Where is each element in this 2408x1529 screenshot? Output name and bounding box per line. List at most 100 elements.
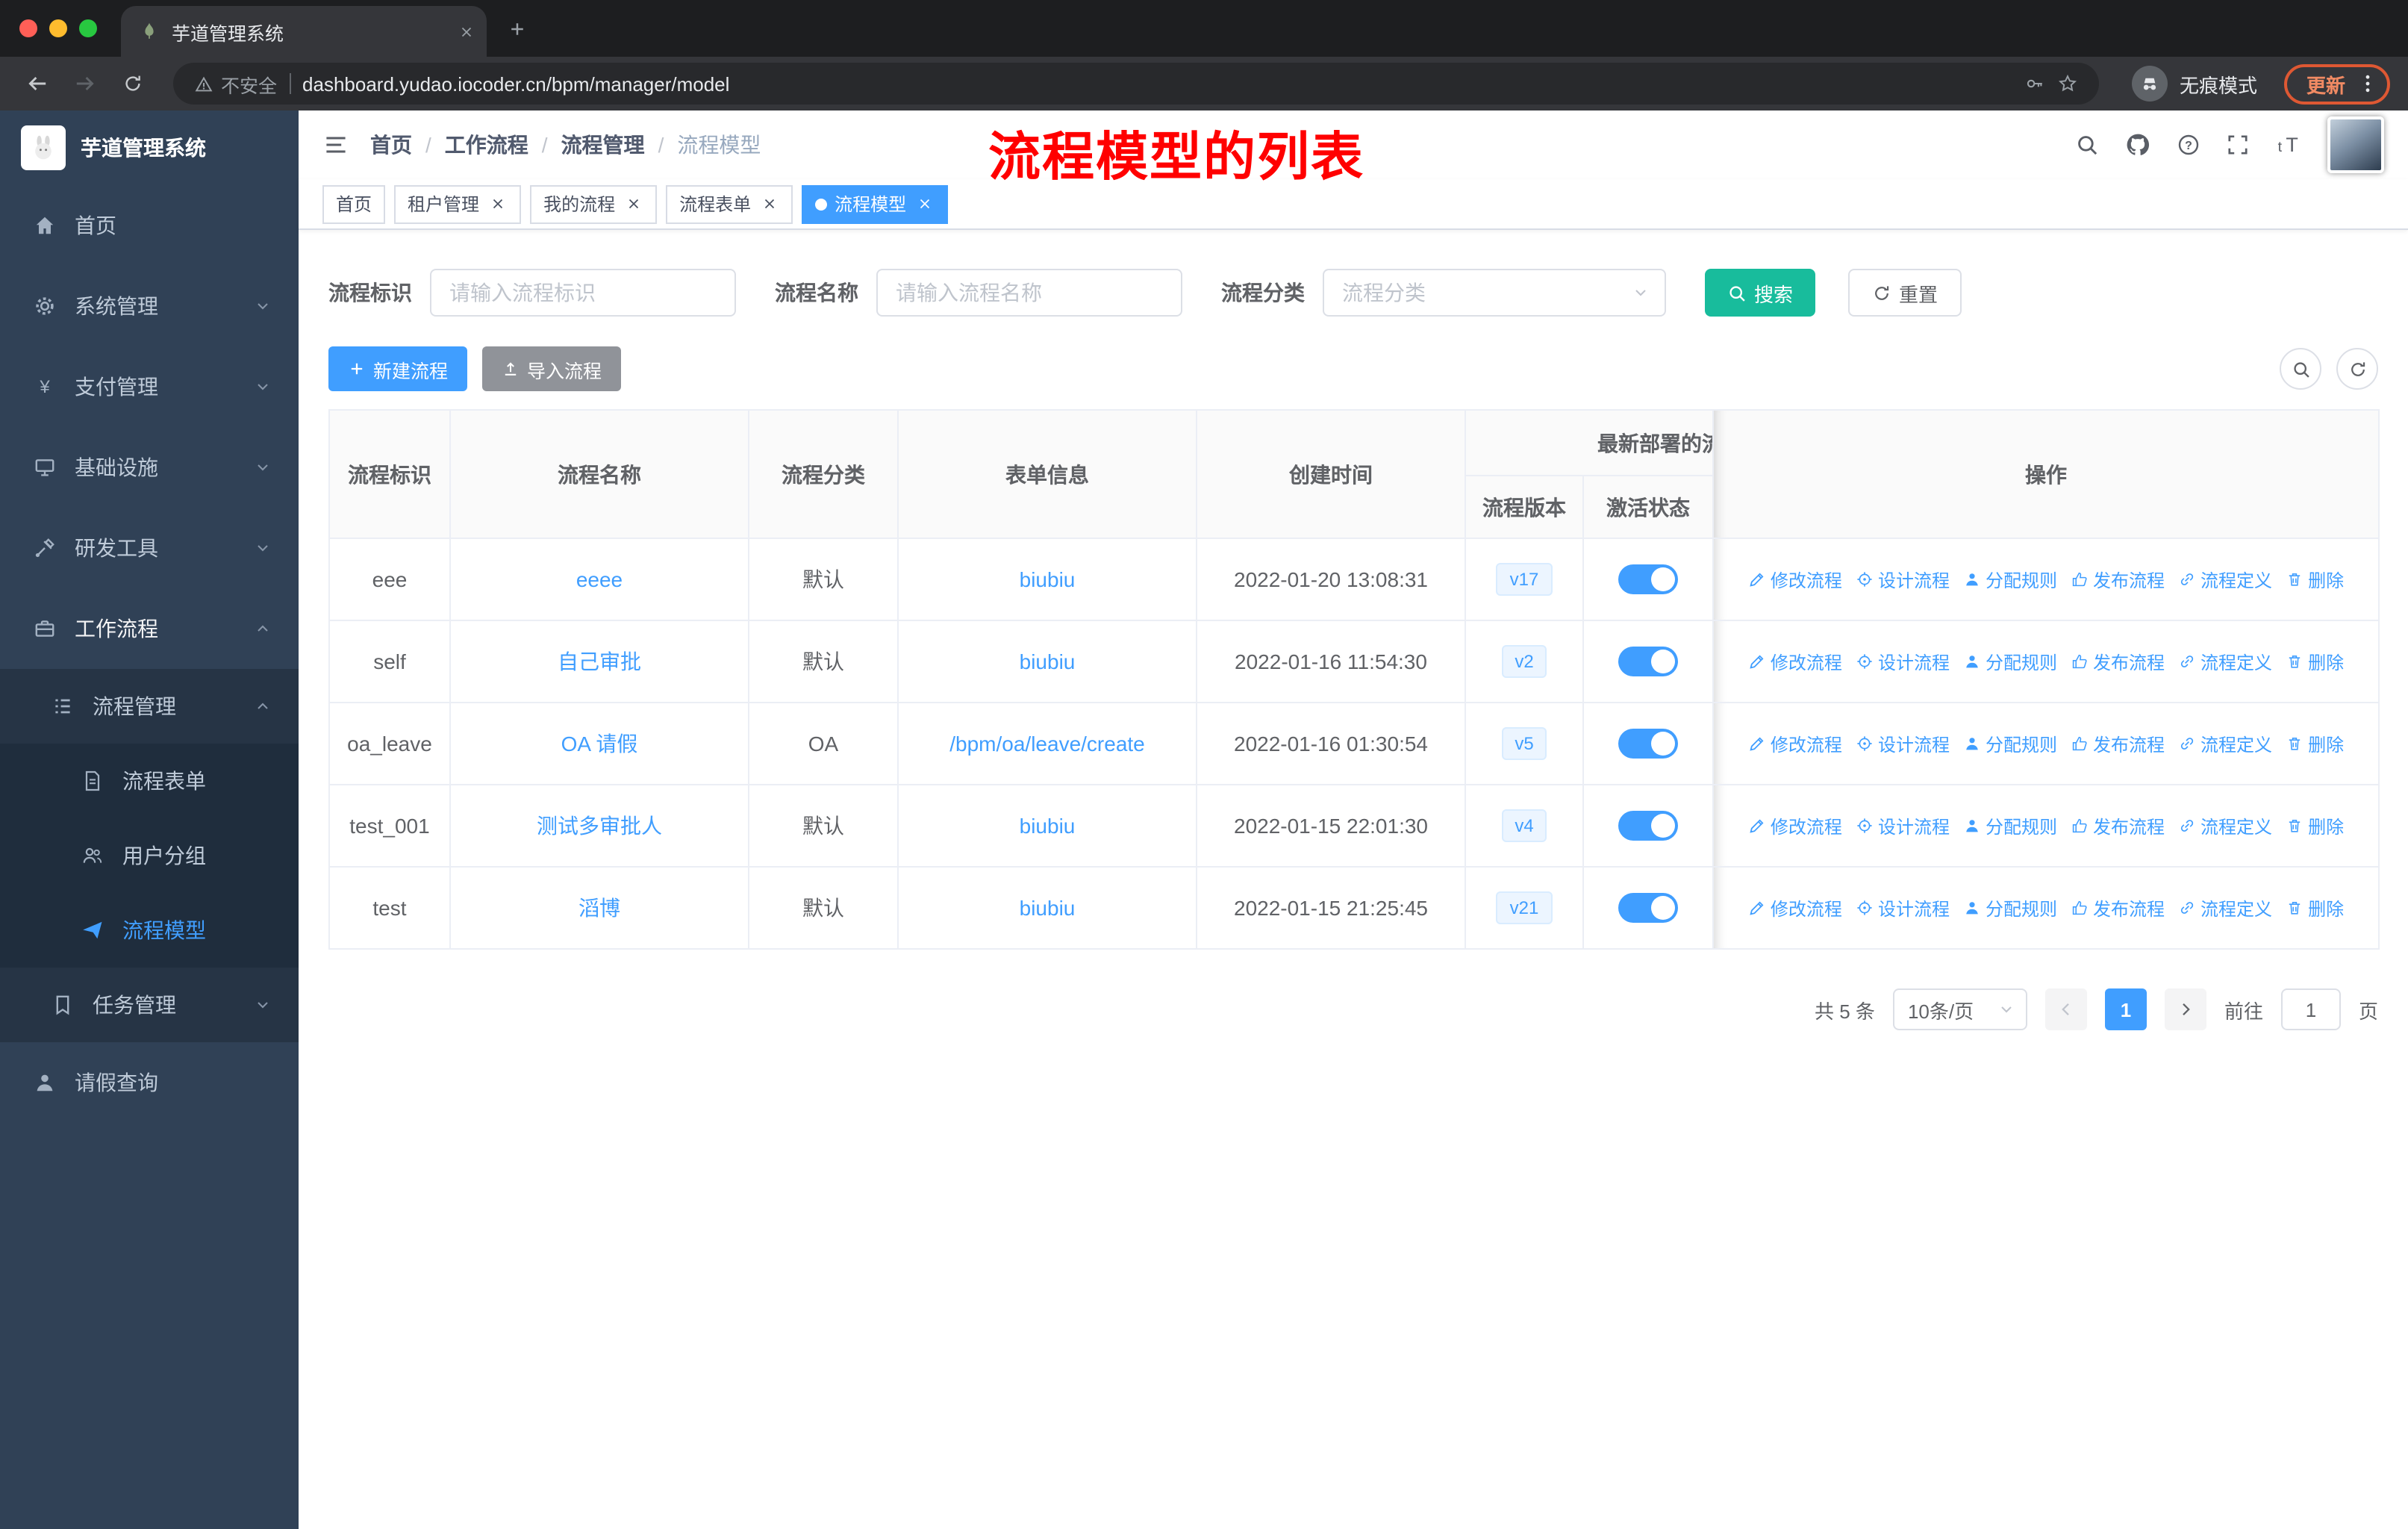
sidebar-item-system[interactable]: 系统管理 [0, 266, 299, 346]
process-name-link[interactable]: eeee [576, 567, 623, 591]
user-avatar[interactable] [2327, 116, 2384, 173]
action-design-process[interactable]: 设计流程 [1856, 813, 1950, 838]
action-assign-rule[interactable]: 分配规则 [1963, 813, 2057, 838]
action-process-definition[interactable]: 流程定义 [2178, 567, 2272, 592]
breadcrumb-home[interactable]: 首页 [370, 130, 412, 160]
process-name-link[interactable]: OA 请假 [561, 732, 638, 756]
action-edit-process[interactable]: 修改流程 [1748, 813, 1842, 838]
page-button-1[interactable]: 1 [2104, 988, 2147, 1030]
action-delete[interactable]: 删除 [2286, 567, 2344, 592]
sidebar-item-user-group[interactable]: 用户分组 [0, 818, 299, 893]
sidebar-item-workflow[interactable]: 工作流程 [0, 588, 299, 669]
action-process-definition[interactable]: 流程定义 [2178, 731, 2272, 756]
form-info-link[interactable]: biubiu [1020, 814, 1076, 838]
github-icon[interactable] [2124, 131, 2151, 158]
sidebar-item-payment[interactable]: 支付管理 [0, 346, 299, 427]
breadcrumb-workflow[interactable]: 工作流程 [445, 130, 528, 160]
action-publish-process[interactable]: 发布流程 [2071, 813, 2165, 838]
tab-close-icon[interactable] [458, 23, 475, 40]
toggle-search-button[interactable] [2280, 348, 2321, 390]
refresh-table-button[interactable] [2336, 348, 2378, 390]
process-name-link[interactable]: 滔博 [578, 896, 620, 920]
tag-close-icon[interactable] [623, 193, 643, 214]
page-size-select[interactable]: 10条/页 [1892, 988, 2027, 1030]
help-icon[interactable] [2177, 133, 2200, 157]
active-toggle[interactable] [1618, 647, 1678, 676]
import-process-button[interactable]: 导入流程 [482, 346, 622, 391]
action-design-process[interactable]: 设计流程 [1856, 895, 1950, 921]
sidebar-item-home[interactable]: 首页 [0, 185, 299, 266]
action-edit-process[interactable]: 修改流程 [1748, 895, 1842, 921]
address-bar[interactable]: 不安全 dashboard.yudao.iocoder.cn/bpm/manag… [173, 63, 2099, 105]
fullscreen-icon[interactable] [2226, 133, 2250, 157]
tag-process-model[interactable]: 流程模型 [802, 184, 949, 223]
tag-home[interactable]: 首页 [322, 184, 386, 223]
browser-update-menu[interactable]: 更新 [2283, 63, 2390, 104]
action-delete[interactable]: 删除 [2286, 813, 2344, 838]
goto-page-input[interactable] [2280, 988, 2341, 1030]
action-delete[interactable]: 删除 [2286, 895, 2344, 921]
sidebar-item-infrastructure[interactable]: 基础设施 [0, 427, 299, 508]
font-size-icon[interactable] [2275, 131, 2302, 158]
action-assign-rule[interactable]: 分配规则 [1963, 649, 2057, 674]
sidebar-item-task-management[interactable]: 任务管理 [0, 968, 299, 1042]
tag-tenant-management[interactable]: 租户管理 [394, 184, 522, 223]
next-page-button[interactable] [2164, 988, 2206, 1030]
action-delete[interactable]: 删除 [2286, 731, 2344, 756]
close-window-button[interactable] [19, 19, 37, 37]
action-edit-process[interactable]: 修改流程 [1748, 567, 1842, 592]
sidebar-item-process-model[interactable]: 流程模型 [0, 893, 299, 968]
sidebar-item-process-form[interactable]: 流程表单 [0, 744, 299, 818]
sidebar-item-leave-query[interactable]: 请假查询 [0, 1042, 299, 1123]
form-info-link[interactable]: /bpm/oa/leave/create [949, 732, 1145, 756]
active-toggle[interactable] [1618, 564, 1678, 594]
form-info-link[interactable]: biubiu [1020, 650, 1076, 673]
active-toggle[interactable] [1618, 729, 1678, 759]
reset-button[interactable]: 重置 [1848, 269, 1962, 317]
sidebar-collapse-button[interactable] [322, 131, 349, 158]
tag-my-process[interactable]: 我的流程 [530, 184, 658, 223]
new-tab-button[interactable] [508, 19, 527, 38]
tag-close-icon[interactable] [914, 193, 935, 214]
action-edit-process[interactable]: 修改流程 [1748, 649, 1842, 674]
tag-process-form[interactable]: 流程表单 [666, 184, 793, 223]
browser-tab[interactable]: 芋道管理系统 [121, 6, 487, 57]
action-process-definition[interactable]: 流程定义 [2178, 649, 2272, 674]
search-button[interactable]: 搜索 [1705, 269, 1816, 317]
form-info-link[interactable]: biubiu [1020, 896, 1076, 920]
header-search-icon[interactable] [2075, 133, 2099, 157]
action-assign-rule[interactable]: 分配规则 [1963, 567, 2057, 592]
action-publish-process[interactable]: 发布流程 [2071, 649, 2165, 674]
bookmark-star-icon[interactable] [2057, 73, 2078, 94]
action-publish-process[interactable]: 发布流程 [2071, 731, 2165, 756]
active-toggle[interactable] [1618, 893, 1678, 923]
action-design-process[interactable]: 设计流程 [1856, 731, 1950, 756]
tag-close-icon[interactable] [487, 193, 508, 214]
active-toggle[interactable] [1618, 811, 1678, 841]
action-publish-process[interactable]: 发布流程 [2071, 567, 2165, 592]
action-design-process[interactable]: 设计流程 [1856, 567, 1950, 592]
password-key-icon[interactable] [2024, 73, 2045, 94]
app-logo[interactable]: 芋道管理系统 [0, 110, 299, 185]
prev-page-button[interactable] [2044, 988, 2087, 1030]
action-design-process[interactable]: 设计流程 [1856, 649, 1950, 674]
form-info-link[interactable]: biubiu [1020, 567, 1076, 591]
forward-button[interactable] [66, 64, 105, 103]
back-button[interactable] [18, 64, 57, 103]
action-process-definition[interactable]: 流程定义 [2178, 895, 2272, 921]
action-assign-rule[interactable]: 分配规则 [1963, 731, 2057, 756]
security-warning[interactable]: 不安全 [194, 69, 277, 98]
process-name-link[interactable]: 自己审批 [558, 650, 641, 673]
url-text[interactable]: dashboard.yudao.iocoder.cn/bpm/manager/m… [302, 72, 2012, 95]
menu-dots-icon[interactable] [2356, 72, 2380, 96]
zoom-window-button[interactable] [79, 19, 97, 37]
reload-button[interactable] [113, 64, 152, 103]
tag-close-icon[interactable] [758, 193, 779, 214]
minimize-window-button[interactable] [49, 19, 67, 37]
process-name-link[interactable]: 测试多审批人 [537, 814, 662, 838]
create-process-button[interactable]: 新建流程 [328, 346, 468, 391]
process-id-input[interactable] [430, 269, 736, 317]
action-delete[interactable]: 删除 [2286, 649, 2344, 674]
action-process-definition[interactable]: 流程定义 [2178, 813, 2272, 838]
sidebar-item-process-management[interactable]: 流程管理 [0, 669, 299, 744]
